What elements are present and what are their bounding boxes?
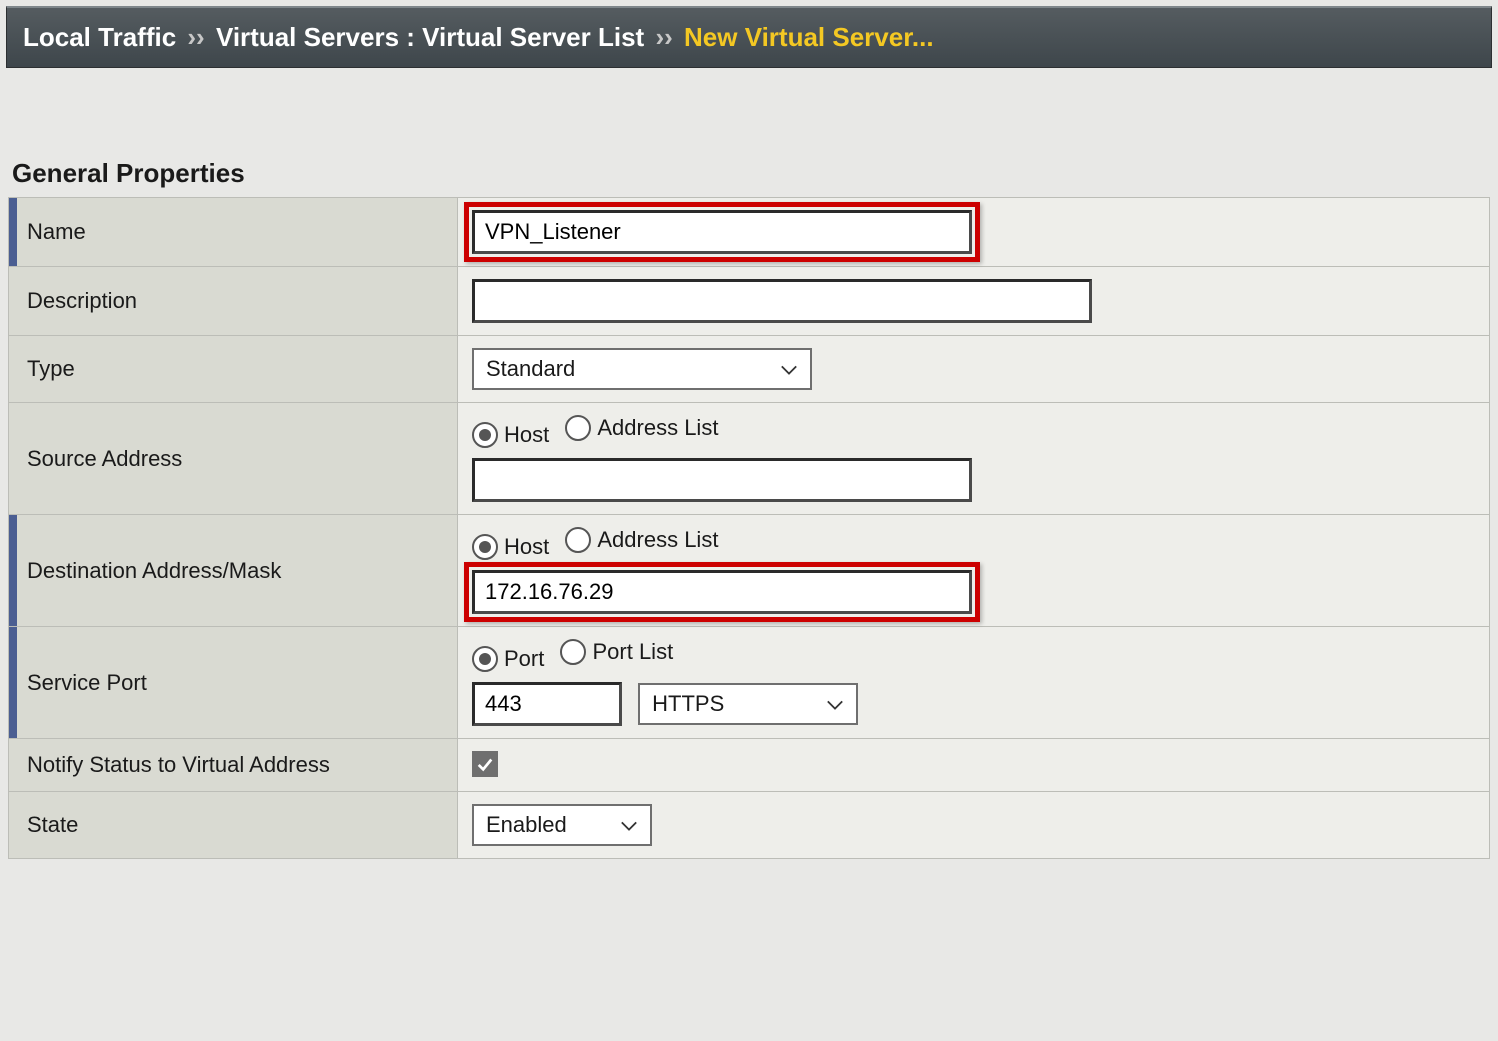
source-host-radio[interactable]: Host [472,422,549,448]
service-protocol-value: HTTPS [652,691,724,717]
radio-icon [565,527,591,553]
label-destination-address: Destination Address/Mask [23,558,281,584]
row-source-address: Source Address Host Address List [9,403,1490,515]
destination-address-input[interactable] [472,570,972,614]
breadcrumb-current: New Virtual Server... [684,22,934,52]
name-input[interactable] [472,210,972,254]
row-service-port: Service Port Port Port List HTTPS [9,627,1490,739]
notify-status-checkbox[interactable] [472,751,498,777]
label-source-address: Source Address [23,446,182,472]
radio-icon [565,415,591,441]
row-notify-status: Notify Status to Virtual Address [9,739,1490,792]
section-title-general-properties: General Properties [12,158,1498,189]
row-description: Description [9,267,1490,336]
dest-host-radio[interactable]: Host [472,534,549,560]
service-port-input[interactable] [472,682,622,726]
breadcrumb-sep-icon: ›› [651,22,676,52]
chevron-down-icon [826,691,844,717]
radio-label: Address List [597,415,718,441]
radio-label: Address List [597,527,718,553]
general-properties-table: Name Description Type Standard Source Ad… [8,197,1490,859]
label-state: State [23,812,78,838]
highlight-box [464,562,980,622]
check-icon [476,755,494,773]
breadcrumb-sep-icon: ›› [183,22,208,52]
row-name: Name [9,198,1490,267]
radio-label: Port List [592,639,673,665]
breadcrumb-section[interactable]: Virtual Servers : Virtual Server List [216,22,644,52]
row-type: Type Standard [9,336,1490,403]
radio-label: Host [504,534,549,560]
highlight-box [464,202,980,262]
source-address-input[interactable] [472,458,972,502]
service-port-radio[interactable]: Port [472,646,544,672]
row-destination-address: Destination Address/Mask Host Address Li… [9,515,1490,627]
chevron-down-icon [620,812,638,838]
dest-address-list-radio[interactable]: Address List [565,527,718,553]
row-state: State Enabled [9,792,1490,859]
state-select[interactable]: Enabled [472,804,652,846]
description-input[interactable] [472,279,1092,323]
radio-icon [560,639,586,665]
radio-icon [472,422,498,448]
radio-icon [472,534,498,560]
state-select-value: Enabled [486,812,567,838]
radio-label: Host [504,422,549,448]
breadcrumb: Local Traffic ›› Virtual Servers : Virtu… [6,6,1492,68]
service-protocol-select[interactable]: HTTPS [638,683,858,725]
radio-label: Port [504,646,544,672]
label-name: Name [23,219,86,245]
label-service-port: Service Port [23,670,147,696]
source-address-list-radio[interactable]: Address List [565,415,718,441]
breadcrumb-root[interactable]: Local Traffic [23,22,176,52]
radio-icon [472,646,498,672]
label-description: Description [23,288,137,314]
type-select-value: Standard [486,356,575,382]
service-port-list-radio[interactable]: Port List [560,639,673,665]
type-select[interactable]: Standard [472,348,812,390]
label-notify-status: Notify Status to Virtual Address [23,752,330,778]
chevron-down-icon [780,356,798,382]
label-type: Type [23,356,75,382]
